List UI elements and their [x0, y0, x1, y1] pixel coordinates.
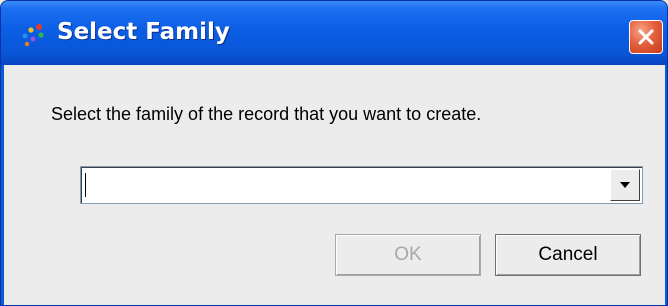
chevron-down-icon — [620, 182, 630, 188]
text-caret — [85, 173, 86, 197]
select-family-dialog: Select Family Select the family of the r… — [0, 0, 668, 306]
colored-dots-icon — [19, 21, 47, 49]
title-bar[interactable]: Select Family — [1, 1, 667, 65]
family-select[interactable] — [80, 166, 643, 204]
ok-button[interactable]: OK — [335, 234, 481, 276]
cancel-button[interactable]: Cancel — [495, 234, 641, 276]
family-select-dropdown-button[interactable] — [610, 169, 640, 201]
family-select-input[interactable] — [85, 171, 605, 199]
close-x-icon — [638, 29, 654, 45]
close-button[interactable] — [629, 20, 663, 54]
instruction-text: Select the family of the record that you… — [51, 104, 482, 124]
dialog-title: Select Family — [57, 19, 230, 45]
